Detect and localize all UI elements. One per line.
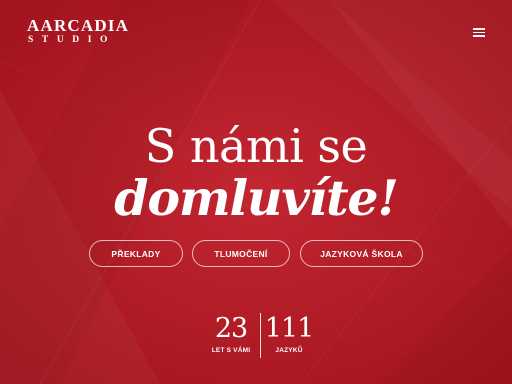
studio-logo[interactable]: AARCADIA STUDIO [27, 17, 129, 46]
hero-title-line-2: domluvíte! [114, 169, 399, 227]
interpreting-button[interactable]: TLUMOČENÍ [192, 240, 290, 267]
menu-bar [473, 28, 485, 30]
hero-title-line-1: S námi se [144, 119, 368, 173]
menu-bar [473, 31, 485, 34]
hamburger-menu-icon[interactable] [472, 26, 487, 38]
stat-years-value: 23 [214, 313, 248, 344]
stat-years: 23 LET S VÁMI [206, 313, 256, 355]
translations-button[interactable]: PŘEKLADY [89, 240, 183, 267]
stat-years-label: LET S VÁMI [211, 347, 251, 354]
stat-languages-label: JAZYKŮ [275, 347, 303, 354]
menu-bar [473, 35, 485, 37]
stats-divider [260, 313, 261, 358]
language-school-button[interactable]: JAZYKOVÁ ŠKOLA [300, 240, 423, 267]
stat-languages: 111 JAZYKŮ [264, 313, 315, 355]
logo-subtitle: STUDIO [28, 35, 117, 45]
stat-languages-value: 111 [264, 313, 315, 344]
logo-name: AARCADIA [27, 16, 130, 35]
